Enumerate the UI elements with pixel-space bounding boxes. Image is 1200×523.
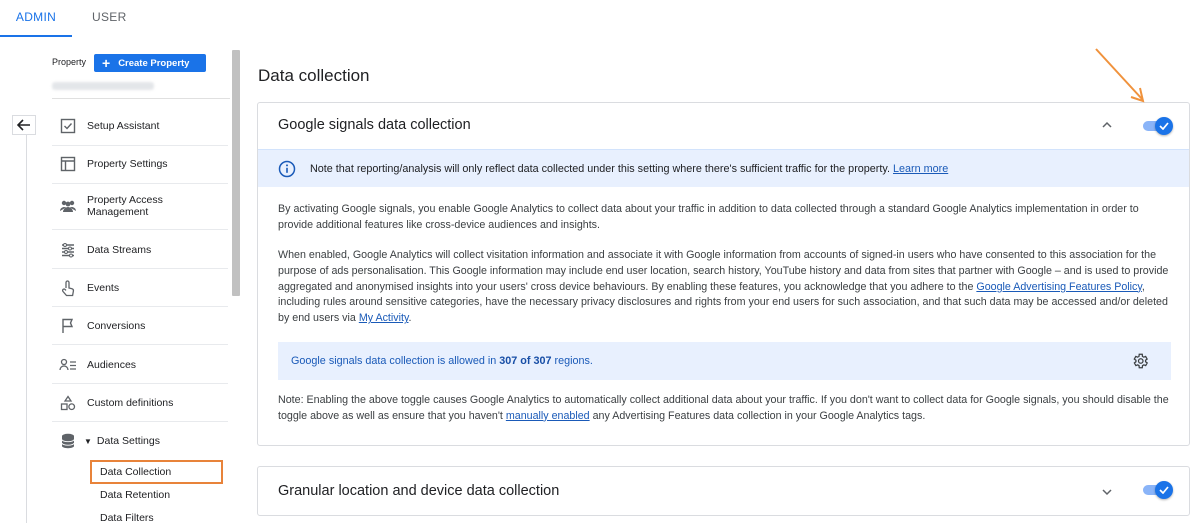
sidebar-separator [52, 229, 228, 230]
tab-user[interactable]: USER [92, 0, 127, 37]
notice-message: Note that reporting/analysis will only r… [310, 162, 890, 175]
create-property-label: Create Property [118, 57, 190, 69]
details-text: . [408, 312, 412, 325]
sidebar-separator [52, 145, 228, 146]
checkmark-icon [1155, 117, 1173, 135]
sidebar-item-data-settings[interactable]: ▼ Data Settings [52, 431, 228, 451]
page-title: Data collection [258, 66, 370, 85]
google-signals-card: Google signals data collection Note that… [257, 102, 1190, 446]
sidebar-item-label: Data Streams [87, 244, 152, 256]
sidebar-item-label: Data Settings [96, 435, 160, 447]
sidebar-item-property-access-management[interactable]: Property Access Management [52, 194, 228, 218]
property-label: Property [52, 57, 87, 67]
sidebar-item-custom-definitions[interactable]: Custom definitions [52, 393, 228, 413]
sidebar-item-label: Custom definitions [87, 397, 174, 409]
card-title: Google signals data collection [278, 117, 471, 133]
signals-description: By activating Google signals, you enable… [278, 203, 1139, 231]
flag-icon [58, 316, 78, 336]
sidebar-separator [52, 383, 228, 384]
audience-icon [58, 355, 78, 375]
gear-icon[interactable] [1131, 352, 1149, 370]
sidebar-item-data-streams[interactable]: Data Streams [52, 240, 228, 260]
allowed-suffix: regions. [554, 355, 593, 367]
allowed-prefix: Google signals data collection is allowe… [291, 355, 497, 367]
sidebar-item-label: Setup Assistant [87, 120, 160, 132]
back-button[interactable] [12, 115, 36, 135]
streams-icon [58, 240, 78, 260]
sidebar-item-label: Events [87, 282, 120, 294]
manually-enabled-link[interactable]: manually enabled [506, 410, 590, 422]
sidebar-separator [52, 421, 228, 422]
top-tab-bar: ADMIN USER [0, 0, 1200, 37]
touch-icon [58, 278, 78, 298]
sidebar-subitem-data-retention[interactable]: Data Retention [100, 489, 170, 501]
arrow-left-icon [17, 119, 30, 131]
sidebar-item-label: Property Access Management [87, 194, 163, 218]
sidebar-item-conversions[interactable]: Conversions [52, 316, 228, 336]
sidebar-separator [52, 306, 228, 307]
rail-divider [26, 135, 27, 523]
sidebar-item-label: Conversions [87, 320, 146, 332]
sidebar-subitem-data-collection[interactable]: Data Collection [90, 460, 223, 484]
google-signals-toggle[interactable] [1143, 117, 1173, 135]
sidebar-item-setup-assistant[interactable]: Setup Assistant [52, 116, 228, 136]
granular-location-card: Granular location and device data collec… [257, 466, 1190, 516]
chevron-down-icon[interactable] [1100, 485, 1114, 499]
caret-down-icon: ▼ [84, 436, 92, 446]
sidebar-scrollbar[interactable] [232, 50, 240, 296]
annotation-arrow-icon [1095, 48, 1145, 103]
sidebar-item-events[interactable]: Events [52, 278, 228, 298]
create-property-button[interactable]: + Create Property [94, 54, 206, 72]
window-icon [58, 154, 78, 174]
granular-location-toggle[interactable] [1143, 481, 1173, 499]
learn-more-link[interactable]: Learn more [893, 163, 948, 175]
sidebar-subitem-data-filters[interactable]: Data Filters [100, 512, 154, 523]
sidebar-divider [52, 98, 230, 99]
shapes-icon [58, 393, 78, 413]
property-name-redacted [52, 82, 154, 90]
tab-admin[interactable]: ADMIN [0, 0, 72, 37]
database-icon [58, 431, 78, 451]
chevron-up-icon[interactable] [1100, 117, 1114, 131]
regions-allowed-banner: Google signals data collection is allowe… [278, 342, 1171, 380]
sidebar-separator [52, 268, 228, 269]
note-text: any Advertising Features data collection… [592, 409, 926, 422]
sidebar-separator [52, 183, 228, 184]
card-title: Granular location and device data collec… [278, 483, 560, 499]
my-activity-link[interactable]: My Activity [359, 312, 409, 324]
notice-text: Note that reporting/analysis will only r… [310, 163, 948, 175]
advertising-policy-link[interactable]: Google Advertising Features Policy [976, 281, 1142, 293]
checkbox-icon [58, 116, 78, 136]
sidebar-item-label: Audiences [87, 359, 137, 371]
signals-toggle-note: Note: Enabling the above toggle causes G… [278, 393, 1174, 425]
sidebar-item-property-settings[interactable]: Property Settings [52, 154, 228, 174]
plus-icon: + [102, 55, 111, 71]
info-icon [278, 160, 296, 178]
info-notice: Note that reporting/analysis will only r… [258, 149, 1189, 187]
sidebar-item-audiences[interactable]: Audiences [52, 355, 228, 375]
sidebar-item-label: Property Settings [87, 158, 168, 170]
people-icon [58, 196, 78, 216]
sidebar-separator [52, 344, 228, 345]
allowed-count: 307 of 307 [499, 355, 552, 367]
signals-details: When enabled, Google Analytics will coll… [278, 248, 1174, 327]
checkmark-icon [1155, 481, 1173, 499]
